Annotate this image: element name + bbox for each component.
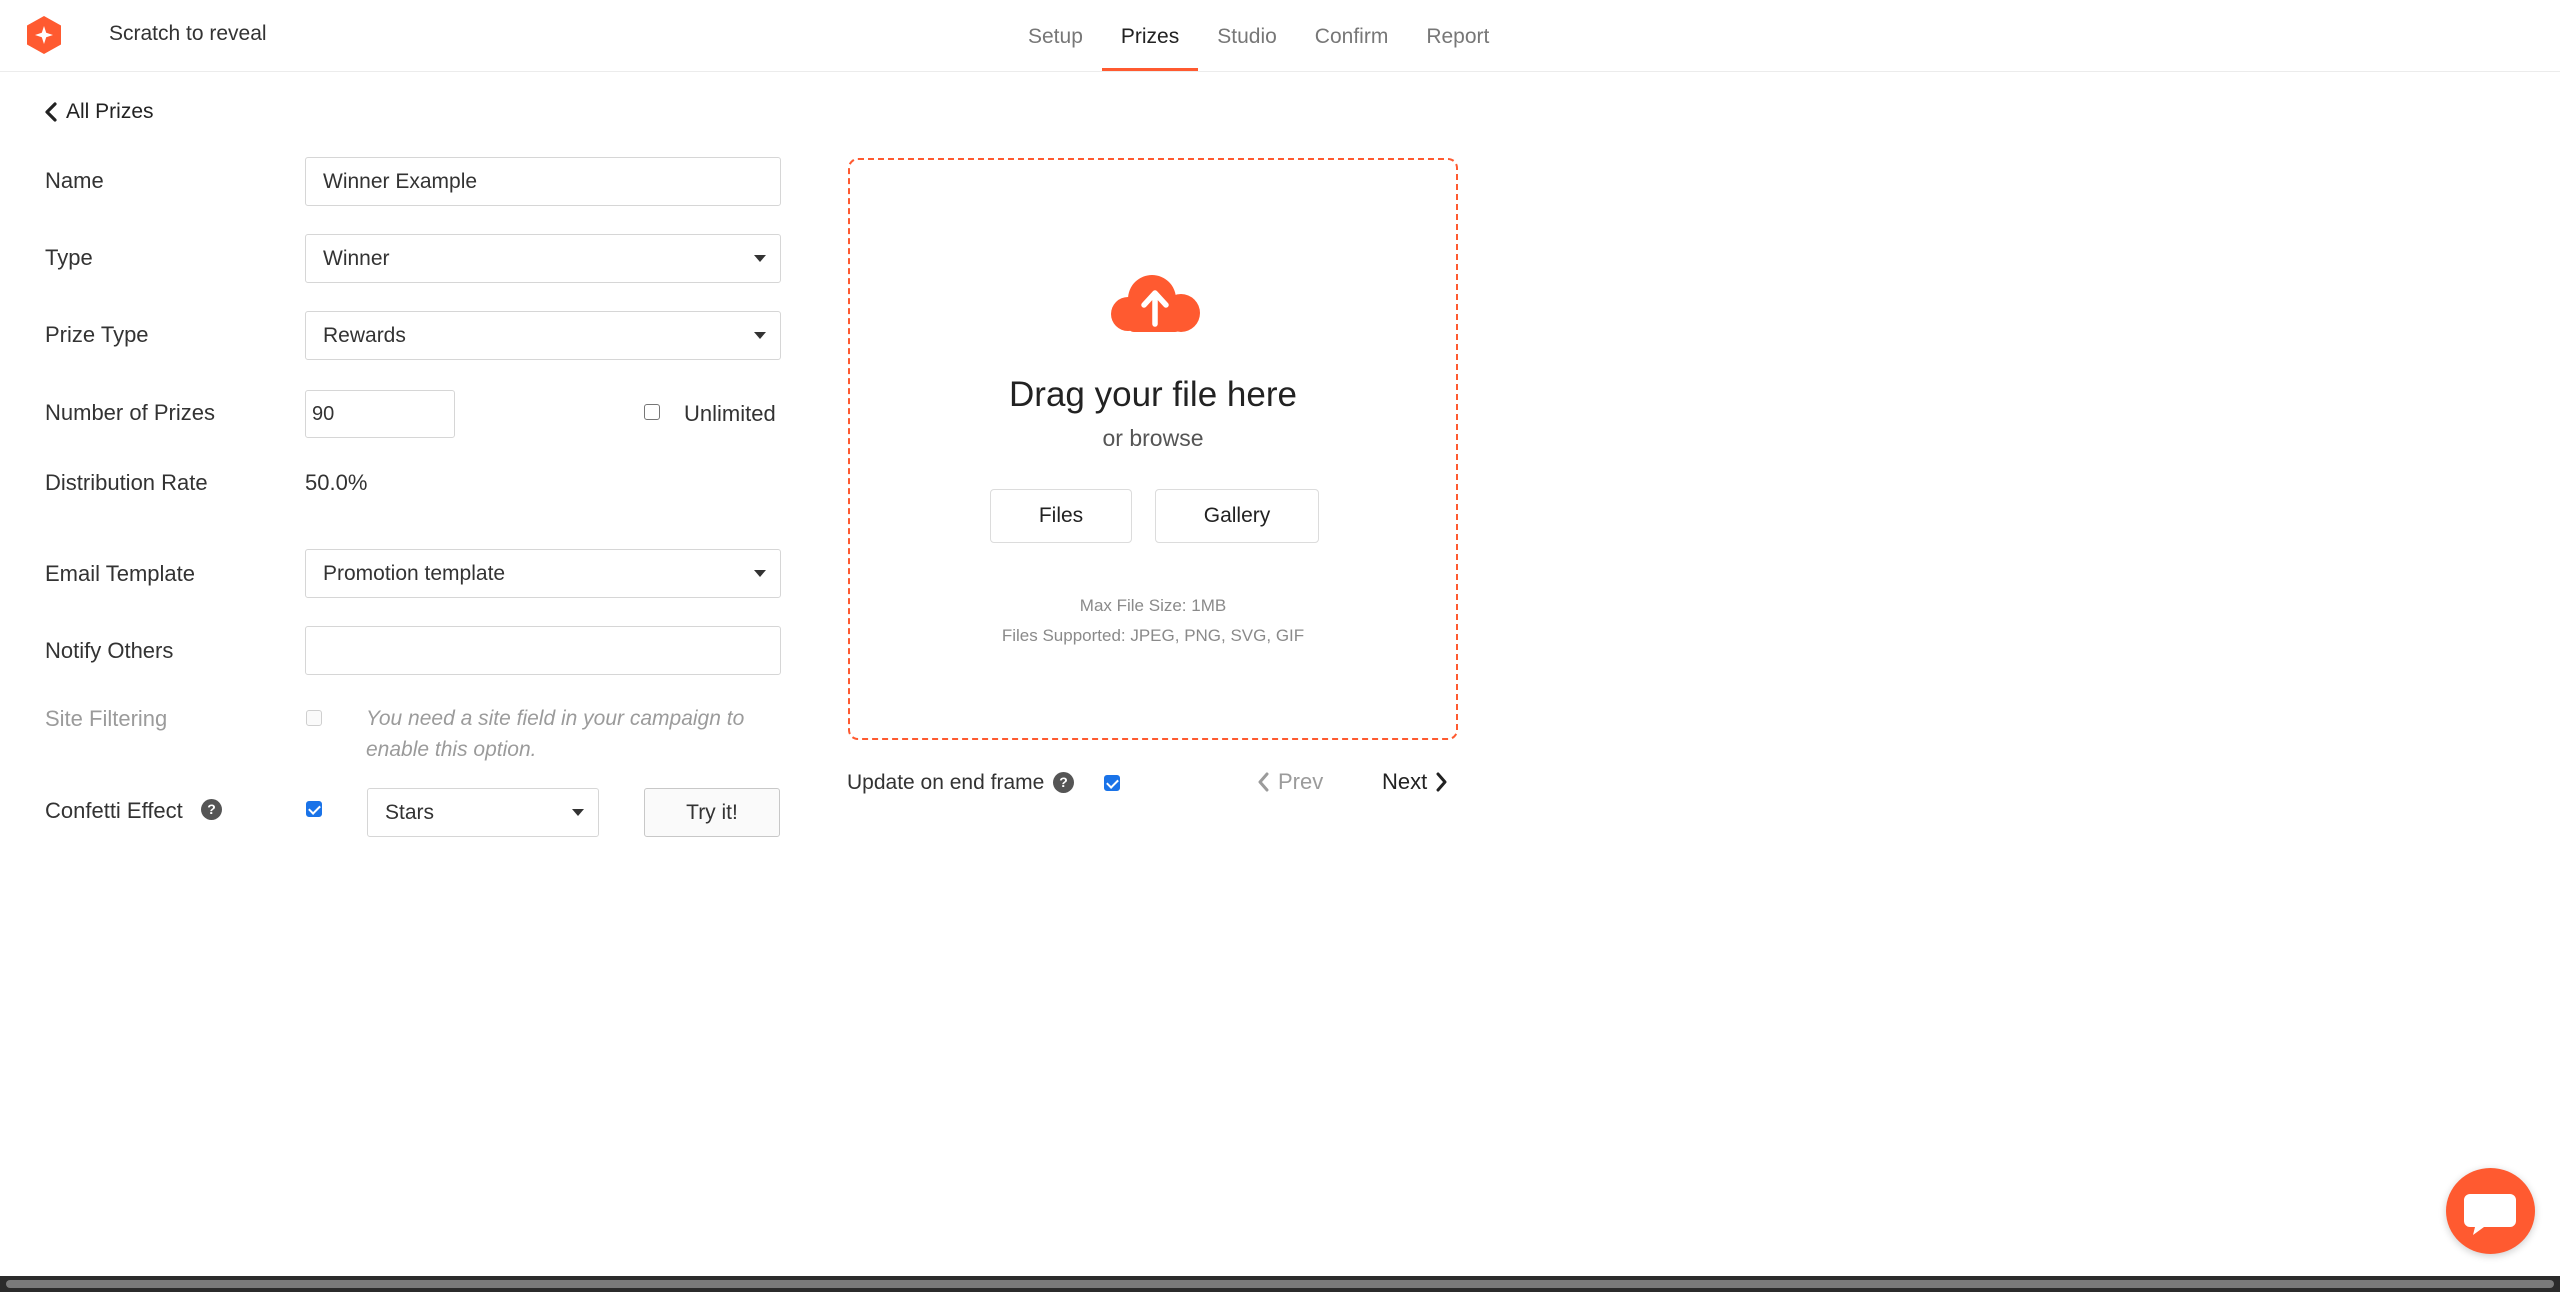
type-label: Type	[45, 245, 93, 270]
caret-down-icon	[754, 254, 766, 262]
app-logo-icon[interactable]	[24, 15, 64, 55]
notify-others-label: Notify Others	[45, 638, 174, 663]
chevron-right-icon	[1436, 772, 1447, 792]
try-it-button[interactable]: Try it!	[644, 788, 780, 837]
files-supported: Files Supported: JPEG, PNG, SVG, GIF	[1001, 626, 1305, 645]
caret-down-icon	[572, 808, 584, 816]
prize-type-select-value: Rewards	[323, 323, 406, 347]
scrollbar-thumb[interactable]	[6, 1280, 2554, 1288]
max-file-size: Max File Size: 1MB	[1079, 596, 1227, 615]
chat-launcher-button[interactable]	[2446, 1168, 2535, 1254]
email-template-select[interactable]: Promotion template	[305, 549, 781, 598]
chat-bubble-icon	[2464, 1194, 2516, 1235]
update-on-end-frame-label: Update on end frame	[847, 771, 1045, 794]
type-select[interactable]: Winner	[305, 234, 781, 283]
question-circle-icon[interactable]: ?	[1053, 772, 1074, 793]
tab-prizes[interactable]: Prizes	[1101, 0, 1199, 71]
caret-down-icon	[754, 331, 766, 339]
tab-report[interactable]: Report	[1407, 0, 1508, 71]
email-template-value: Promotion template	[323, 561, 506, 585]
tab-setup[interactable]: Setup	[1009, 0, 1102, 71]
confetti-effect-label: Confetti Effect	[45, 798, 183, 823]
distribution-rate-value: 50.0%	[305, 470, 368, 495]
tab-studio[interactable]: Studio	[1198, 0, 1296, 71]
notify-others-input[interactable]	[305, 626, 781, 675]
top-navbar: Scratch to reveal Setup Prizes Studio Co…	[0, 0, 2560, 72]
all-prizes-label: All Prizes	[66, 100, 154, 123]
unlimited-checkbox[interactable]	[644, 404, 660, 420]
chevron-left-icon	[1258, 772, 1269, 792]
gallery-button[interactable]: Gallery	[1155, 489, 1319, 543]
all-prizes-link[interactable]: All Prizes	[44, 100, 154, 124]
number-of-prizes-label: Number of Prizes	[45, 400, 215, 425]
file-dropzone[interactable]: Drag your file here or browse Files Gall…	[848, 158, 1458, 740]
prize-type-select[interactable]: Rewards	[305, 311, 781, 360]
main-tabs: Setup Prizes Studio Confirm Report	[1009, 0, 1508, 71]
prev-label: Prev	[1278, 769, 1324, 794]
number-of-prizes-input[interactable]: 90	[305, 390, 455, 438]
site-filtering-hint: You need a site field in your campaign t…	[366, 707, 745, 761]
cloud-upload-icon	[1111, 275, 1200, 332]
confetti-style-value: Stars	[385, 800, 435, 824]
email-template-label: Email Template	[45, 561, 195, 586]
question-circle-icon[interactable]: ?	[201, 799, 222, 820]
next-button[interactable]: Next	[1382, 769, 1448, 795]
name-input[interactable]: Winner Example	[305, 157, 781, 206]
prev-button[interactable]: Prev	[1257, 769, 1323, 795]
caret-down-icon	[754, 569, 766, 577]
name-label: Name	[45, 168, 104, 193]
number-of-prizes-value: 90	[312, 402, 335, 425]
confetti-style-select[interactable]: Stars	[367, 788, 599, 837]
type-select-value: Winner	[323, 246, 390, 270]
name-input-value: Winner Example	[323, 169, 478, 193]
prize-type-label: Prize Type	[45, 322, 149, 347]
horizontal-scrollbar[interactable]	[0, 1276, 2560, 1292]
chevron-left-icon	[45, 102, 57, 122]
dropzone-title: Drag your file here	[1009, 375, 1297, 414]
confetti-checkbox[interactable]	[306, 801, 322, 817]
files-button[interactable]: Files	[990, 489, 1132, 543]
update-on-end-frame-checkbox[interactable]	[1104, 775, 1120, 791]
site-filtering-label: Site Filtering	[45, 706, 168, 731]
app-title: Scratch to reveal	[109, 22, 267, 45]
dropzone-subtitle: or browse	[1102, 425, 1204, 451]
tab-confirm[interactable]: Confirm	[1296, 0, 1408, 71]
distribution-rate-label: Distribution Rate	[45, 470, 208, 495]
unlimited-label: Unlimited	[684, 401, 776, 426]
next-label: Next	[1382, 769, 1428, 794]
site-filtering-checkbox	[306, 710, 322, 726]
